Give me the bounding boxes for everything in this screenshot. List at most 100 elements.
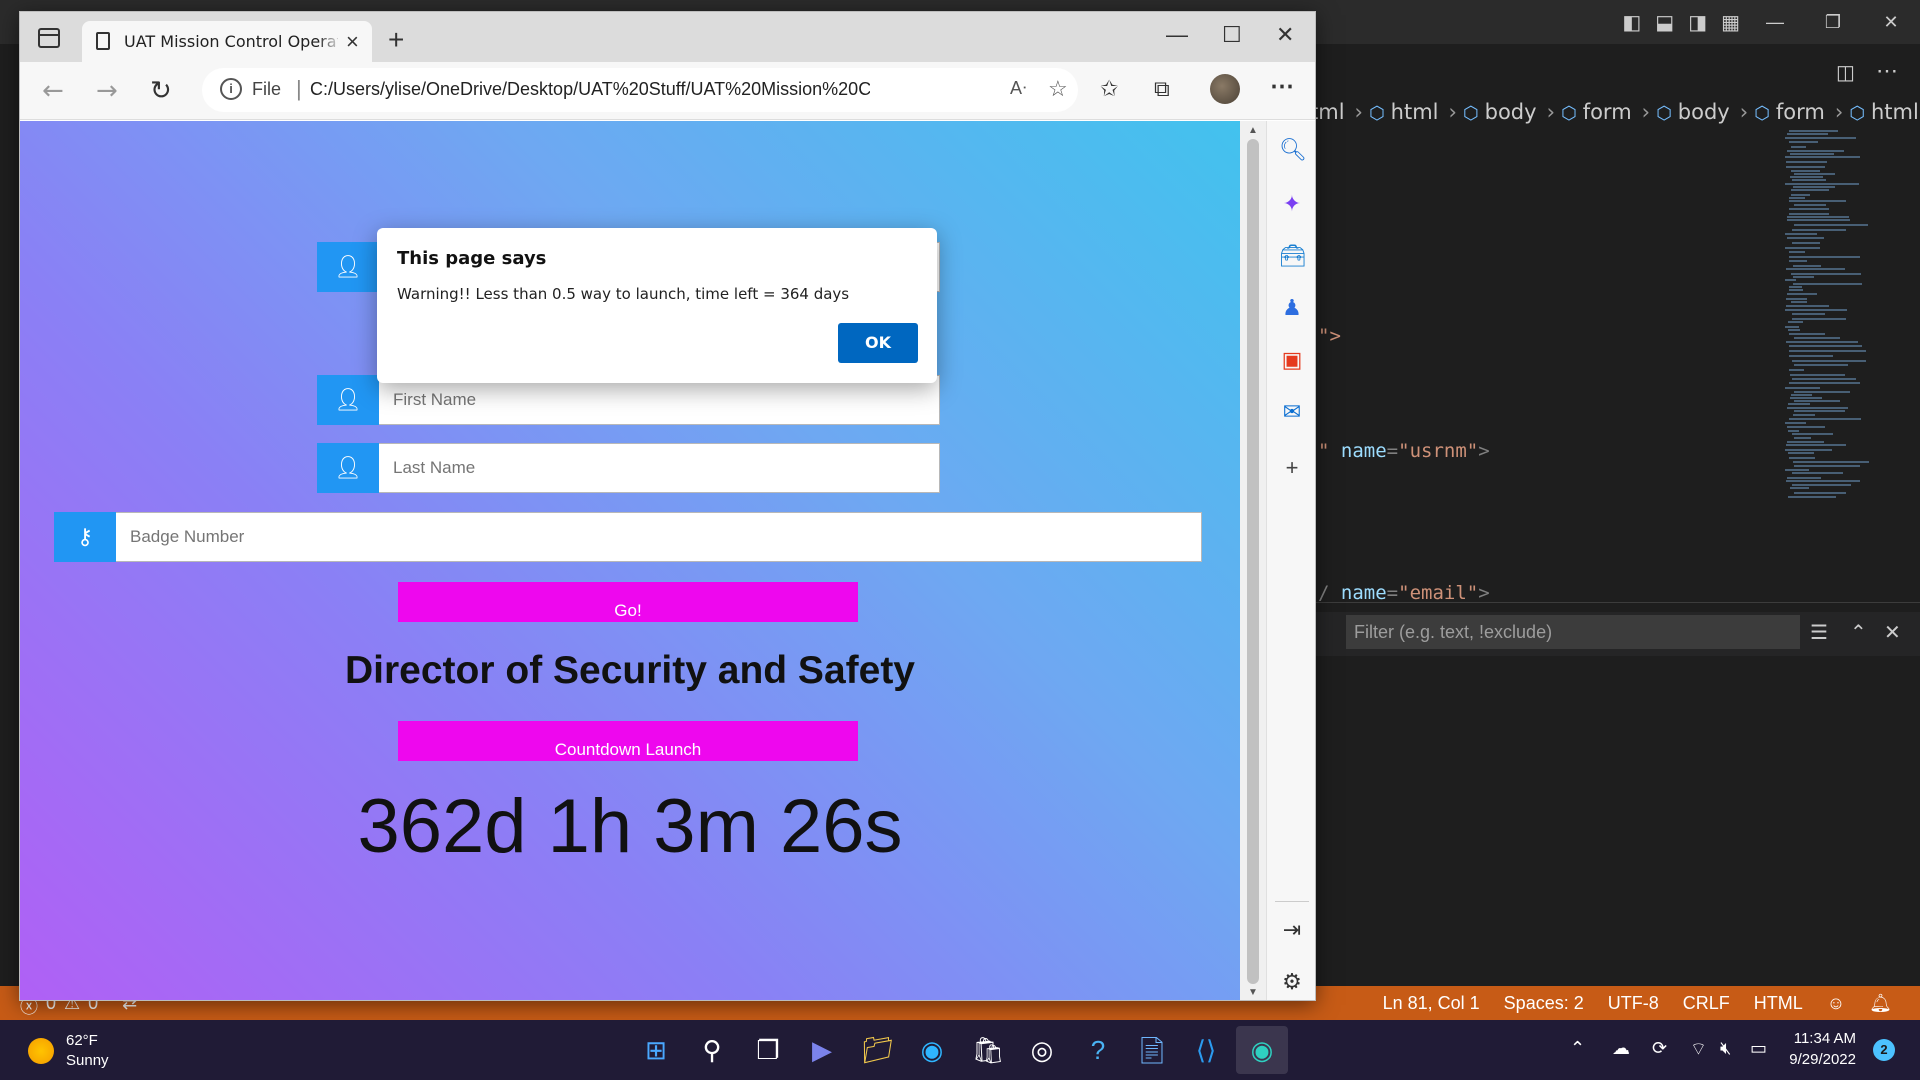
search-icon[interactable]: ⚲	[696, 1034, 728, 1066]
reload-icon[interactable]: ↻	[150, 76, 172, 106]
line-ending[interactable]: CRLF	[1683, 993, 1730, 1014]
countdown-launch-button[interactable]: Countdown Launch	[398, 721, 858, 761]
breadcrumb-item[interactable]: body	[1485, 100, 1537, 124]
url-text[interactable]: C:/Users/ylise/OneDrive/Desktop/UAT%20St…	[310, 79, 870, 100]
notification-count-badge[interactable]: 2	[1873, 1039, 1895, 1061]
cursor-position[interactable]: Ln 81, Col 1	[1383, 993, 1480, 1014]
onedrive-cloud-icon[interactable]: ☁	[1612, 1038, 1630, 1059]
edge-active-icon[interactable]: ◉	[1246, 1034, 1278, 1066]
more-actions-icon[interactable]: ⋯	[1876, 58, 1898, 84]
toggle-secondary-sidebar-icon[interactable]: ◨	[1688, 10, 1707, 35]
file-explorer-icon[interactable]: 📁︎	[862, 1034, 895, 1066]
tools-icon[interactable]: 🧰︎	[1279, 243, 1307, 269]
favorites-icon[interactable]: ✩	[1100, 76, 1118, 102]
back-arrow-icon[interactable]: ←	[42, 76, 64, 106]
speaker-muted-icon[interactable]: 🔇︎	[1720, 1038, 1731, 1059]
scroll-down-arrow-icon[interactable]: ▼	[1248, 987, 1258, 998]
add-sidebar-app-icon[interactable]: +	[1279, 455, 1305, 481]
weather-temperature[interactable]: 62°F	[66, 1032, 98, 1049]
filter-input[interactable]	[1346, 615, 1800, 649]
indentation[interactable]: Spaces: 2	[1504, 993, 1584, 1014]
weather-sun-icon[interactable]	[28, 1038, 54, 1064]
ok-button[interactable]: OK	[838, 323, 918, 363]
breadcrumb-item[interactable]: html	[1871, 100, 1919, 124]
code-line[interactable]: " name="usrnm">	[1318, 440, 1490, 462]
page-scrollbar[interactable]: ▲ ▼	[1240, 121, 1266, 1000]
breadcrumb-item[interactable]: html	[1391, 100, 1439, 124]
minimap-line	[1785, 279, 1796, 281]
feedback-icon[interactable]: ☺	[1827, 993, 1845, 1014]
new-tab-icon[interactable]: +	[388, 24, 404, 56]
minimap-line	[1790, 487, 1809, 489]
minimap-line	[1791, 394, 1812, 396]
battery-icon[interactable]: ▭	[1750, 1038, 1767, 1059]
clock-date[interactable]: 9/29/2022	[1774, 1051, 1856, 1068]
panel-divider[interactable]	[1316, 602, 1920, 603]
site-info-icon[interactable]: i	[220, 78, 242, 100]
sync-icon[interactable]: ⟳	[1652, 1038, 1667, 1059]
code-line[interactable]: / name="email">	[1318, 582, 1490, 604]
games-icon[interactable]: ♟	[1279, 295, 1305, 321]
hide-sidebar-icon[interactable]: ⇥	[1279, 917, 1305, 943]
help-icon[interactable]: ?	[1082, 1034, 1114, 1066]
breadcrumb-item[interactable]: form	[1583, 100, 1632, 124]
outlook-icon[interactable]: ✉	[1279, 399, 1305, 425]
close-tab-icon[interactable]: ×	[346, 29, 359, 55]
profile-avatar[interactable]	[1210, 74, 1240, 104]
show-hidden-icons-chevron-icon[interactable]: ⌃	[1570, 1038, 1585, 1059]
minimize-button[interactable]: —	[1166, 22, 1188, 48]
vscode-icon[interactable]: ⟨⟩	[1190, 1034, 1222, 1066]
toggle-panel-icon[interactable]: ⬓	[1655, 10, 1674, 35]
close-panel-icon[interactable]: ✕	[1884, 620, 1901, 645]
office-icon[interactable]: ▣	[1279, 347, 1305, 373]
teams-chat-icon[interactable]: ▶	[806, 1034, 838, 1066]
customize-layout-icon[interactable]: ▦	[1721, 10, 1740, 35]
browser-toolbar: ← → ↻ i File | C:/Users/ylise/OneDrive/D…	[20, 62, 1315, 120]
search-icon[interactable]: 🔍︎	[1279, 137, 1307, 163]
clear-console-icon[interactable]: ☰	[1810, 620, 1828, 645]
add-favorite-icon[interactable]: ☆	[1048, 76, 1068, 102]
app-icon[interactable]: ◎	[1026, 1034, 1058, 1066]
minimap-line	[1789, 369, 1804, 371]
close-window-button[interactable]: ✕	[1276, 22, 1294, 48]
discover-icon[interactable]: ✦	[1279, 191, 1305, 217]
breadcrumb-item[interactable]: form	[1776, 100, 1825, 124]
edge-browser-icon[interactable]: ◉	[916, 1034, 948, 1066]
code-line[interactable]: ">	[1318, 325, 1341, 347]
read-aloud-icon[interactable]: Aᐧ	[1010, 78, 1027, 99]
browser-tab[interactable]: UAT Mission Control Operator Lo ×	[82, 21, 372, 62]
microsoft-store-icon[interactable]: 🛍︎	[972, 1034, 1005, 1066]
forward-arrow-icon[interactable]: →	[96, 76, 118, 106]
minimap-line	[1788, 321, 1803, 323]
encoding[interactable]: UTF-8	[1608, 993, 1659, 1014]
start-menu-icon[interactable]: ⊞	[640, 1034, 672, 1066]
sidebar-settings-gear-icon[interactable]: ⚙	[1279, 969, 1305, 995]
maximize-button[interactable]: ☐	[1222, 22, 1242, 48]
go-button[interactable]: Go!	[398, 582, 858, 622]
settings-more-icon[interactable]: ⋯	[1270, 72, 1294, 101]
notepad-icon[interactable]: 📄︎	[1136, 1034, 1169, 1066]
address-bar[interactable]: i File | C:/Users/ylise/OneDrive/Desktop…	[202, 68, 1078, 112]
language-mode[interactable]: HTML	[1754, 993, 1803, 1014]
breadcrumb-item[interactable]: body	[1678, 100, 1730, 124]
weather-condition[interactable]: Sunny	[66, 1052, 109, 1069]
split-editor-icon[interactable]: ◫	[1836, 60, 1855, 85]
badge-number-input[interactable]: Badge Number	[116, 512, 1202, 562]
scroll-thumb[interactable]	[1247, 139, 1259, 984]
wifi-icon[interactable]: ⌔	[1690, 1038, 1707, 1061]
maximize-panel-icon[interactable]: ⌃	[1850, 620, 1867, 645]
collections-icon[interactable]: ⧉	[1154, 76, 1170, 102]
tab-actions-icon[interactable]	[38, 28, 60, 48]
vscode-restore-button[interactable]: ❐	[1804, 0, 1862, 44]
minimap-line	[1789, 130, 1838, 132]
minimap-line	[1786, 166, 1825, 168]
vscode-close-button[interactable]: ✕	[1862, 0, 1920, 44]
minimap[interactable]	[1785, 130, 1905, 510]
task-view-icon[interactable]: ❐	[752, 1034, 784, 1066]
notifications-bell-icon[interactable]: 🔔︎	[1869, 993, 1892, 1014]
vscode-minimize-button[interactable]: —	[1746, 0, 1804, 44]
last-name-input[interactable]: Last Name	[379, 443, 940, 493]
toggle-primary-sidebar-icon[interactable]: ◧	[1622, 10, 1641, 35]
clock-time[interactable]: 11:34 AM	[1774, 1030, 1856, 1047]
scroll-up-arrow-icon[interactable]: ▲	[1248, 125, 1258, 136]
